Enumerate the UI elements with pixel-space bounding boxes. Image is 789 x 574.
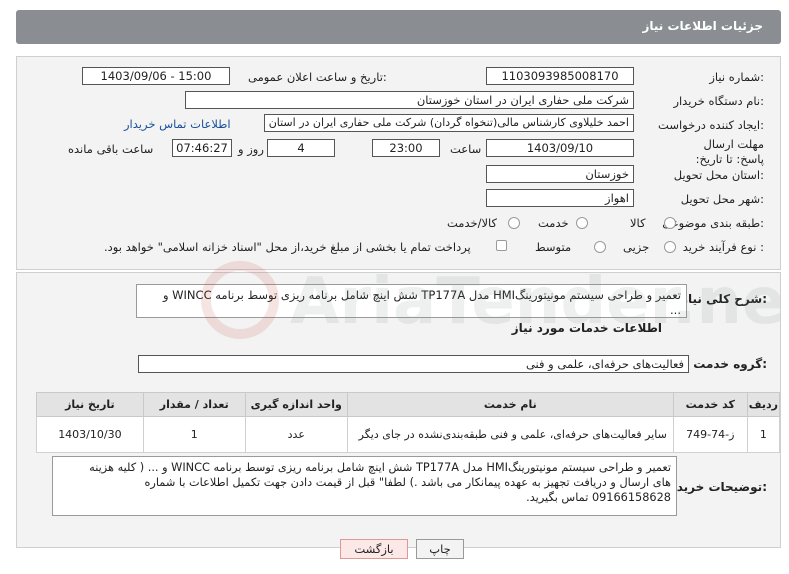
cell-name: سایر فعالیت‌های حرفه‌ای، علمی و فنی طبقه… (346, 416, 674, 453)
need-number-label: شماره نیاز: (709, 70, 764, 84)
cell-date: 1403/10/30 (36, 416, 144, 453)
buyer-notes-line-2: های ارسال و دریافت تجهیز به عهده پیمانکا… (144, 476, 671, 489)
announce-label: تاریخ و ساعت اعلان عمومی: (248, 70, 387, 84)
summary-label: شرح کلی نیاز: (681, 292, 767, 306)
cell-code: ز-74-749 (672, 416, 748, 453)
deadline-time-field: 23:00 (372, 139, 440, 157)
buyer-org-label: نام دستگاه خریدار: (673, 94, 764, 108)
announce-field: 1403/09/06 - 15:00 (82, 67, 230, 85)
back-button[interactable]: بازگشت (340, 539, 408, 559)
days-field: 4 (267, 139, 335, 157)
table-row: 1 ز-74-749 سایر فعالیت‌های حرفه‌ای، علمی… (36, 416, 781, 453)
buyer-notes-textarea: تعمیر و طراحی سیستم مونیتورینگHMI مدل TP… (52, 456, 677, 516)
buyer-notes-line-3: 09166158628 تماس بگیرید. (526, 491, 671, 504)
buyer-notes-label: توضیحات خریدار: (665, 480, 767, 494)
process-label: نوع فرآیند خرید : (682, 240, 764, 254)
requester-field: احمد خلیلاوی کارشناس مالی(تنخواه گردان) … (264, 114, 634, 132)
table-header-row: ردیف کد خدمت نام خدمت واحد اندازه گیری ت… (36, 392, 781, 417)
col-name: نام خدمت (346, 392, 674, 417)
category-radio-goods-service[interactable] (508, 217, 520, 229)
cell-qty: 1 (142, 416, 246, 453)
page-title: جزئیات اطلاعات نیاز (642, 19, 763, 33)
summary-line-1: تعمیر و طراحی سیستم مونیتورینگHMI مدل TP… (162, 288, 681, 302)
treasury-note: پرداخت تمام یا بخشی از مبلغ خرید،از محل … (104, 240, 471, 254)
deadline-label: مهلت ارسال پاسخ: تا تاریخ: (695, 137, 764, 166)
buyer-notes-line-1: تعمیر و طراحی سیستم مونیتورینگHMI مدل TP… (89, 461, 671, 474)
process-option-minor: جزیی (623, 240, 650, 254)
category-option-service: خدمت (538, 216, 569, 230)
city-field: اهواز (486, 189, 634, 207)
city-label: شهر محل تحویل: (680, 192, 764, 206)
process-radio-medium[interactable] (594, 241, 606, 253)
services-table: ردیف کد خدمت نام خدمت واحد اندازه گیری ت… (36, 392, 781, 453)
category-radio-goods[interactable] (664, 217, 676, 229)
need-info-panel (16, 56, 781, 270)
remaining-time-field: 07:46:27 (172, 139, 232, 157)
col-code: کد خدمت (672, 392, 748, 417)
remaining-label: ساعت باقی مانده (68, 142, 154, 156)
buyer-org-field: شرکت ملی حفاری ایران در استان خوزستان (185, 91, 634, 109)
time-label: ساعت (450, 142, 482, 156)
service-group-label: گروه خدمت: (693, 357, 767, 371)
province-label: استان محل تحویل: (673, 168, 764, 182)
col-unit: واحد اندازه گیری (244, 392, 348, 417)
summary-line-2: ... (670, 303, 681, 317)
process-option-medium: متوسط (535, 240, 572, 254)
service-group-field: فعالیت‌های حرفه‌ای، علمی و فنی (138, 355, 689, 373)
services-section-title: اطلاعات خدمات مورد نیاز (511, 321, 662, 335)
col-qty: تعداد / مقدار (142, 392, 246, 417)
cell-row: 1 (746, 416, 781, 453)
deadline-date-field: 1403/09/10 (486, 139, 634, 157)
category-option-goods: کالا (630, 216, 646, 230)
treasury-checkbox[interactable] (496, 240, 507, 251)
cell-unit: عدد (244, 416, 348, 453)
category-radio-service[interactable] (576, 217, 588, 229)
process-radio-minor[interactable] (664, 241, 676, 253)
col-row: ردیف (746, 392, 781, 417)
category-label: طبقه بندی موضوعی: (662, 216, 764, 230)
province-field: خوزستان (486, 165, 634, 183)
need-number-field: 1103093985008170 (486, 67, 634, 85)
requester-label: ایجاد کننده درخواست: (658, 118, 764, 132)
col-date: تاریخ نیاز (36, 392, 144, 417)
category-option-goods-service: کالا/خدمت (447, 216, 498, 230)
days-label: روز و (238, 142, 264, 156)
page-header: جزئیات اطلاعات نیاز (16, 10, 781, 44)
print-button[interactable]: چاپ (416, 539, 464, 559)
summary-textarea: تعمیر و طراحی سیستم مونیتورینگHMI مدل TP… (136, 284, 687, 318)
contact-buyer-link[interactable]: اطلاعات تماس خریدار (124, 117, 231, 131)
